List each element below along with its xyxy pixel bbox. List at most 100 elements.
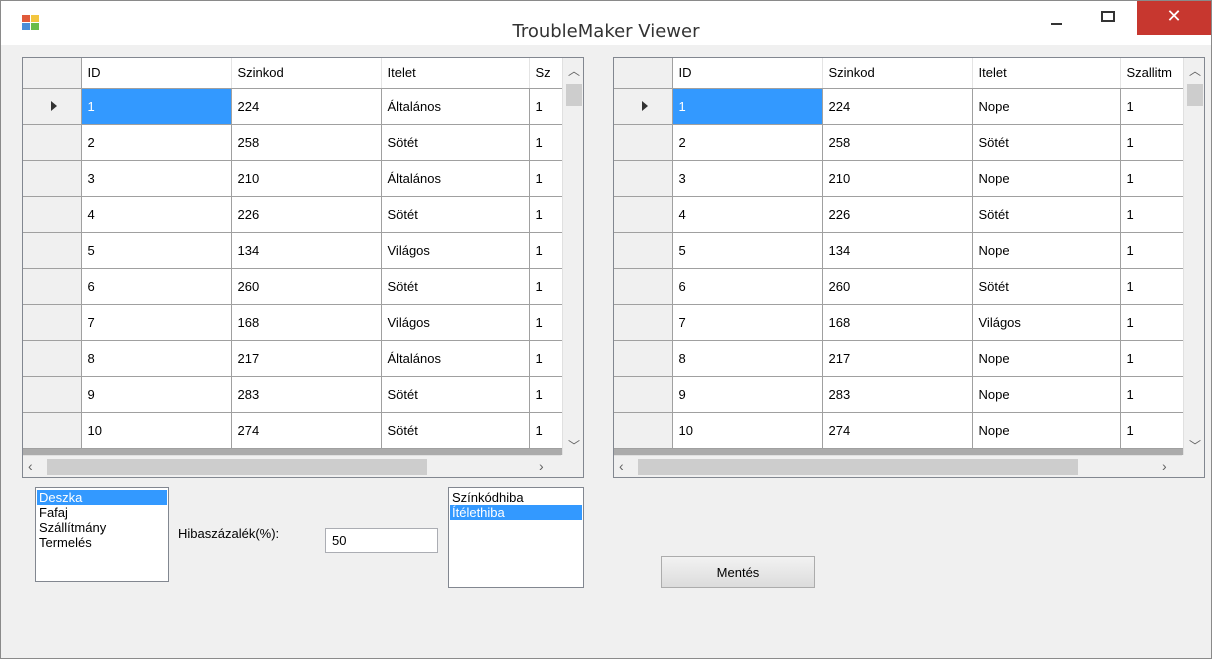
right-data-grid[interactable]: ID Szinkod Itelet Szallitm 1 224 Nope 1 2 258… xyxy=(613,57,1205,478)
table-cell[interactable]: 1 xyxy=(1120,160,1185,197)
column-header-id[interactable]: ID xyxy=(81,58,232,89)
table-cell[interactable]: 5 xyxy=(81,232,232,269)
save-button[interactable]: Mentés xyxy=(661,556,815,588)
table-cell[interactable]: 210 xyxy=(822,160,973,197)
table-cell[interactable]: 283 xyxy=(231,376,382,413)
table-cell[interactable]: 1 xyxy=(1120,412,1185,449)
chevron-down-icon[interactable]: ﹀ xyxy=(1184,437,1204,454)
table-cell[interactable]: 274 xyxy=(822,412,973,449)
table-row[interactable]: 5 134 Nope 1 xyxy=(614,232,1185,269)
table-cell[interactable]: 134 xyxy=(231,232,382,269)
table-cell[interactable]: Általános xyxy=(381,340,530,377)
table-cell[interactable]: 1 xyxy=(1120,268,1185,305)
chevron-left-icon[interactable]: ‹ xyxy=(28,458,33,474)
table-cell[interactable]: 1 xyxy=(672,88,823,125)
table-cell[interactable]: Sötét xyxy=(972,196,1121,233)
right-vertical-scrollbar[interactable]: ︿ ﹀ xyxy=(1183,58,1204,456)
table-cell[interactable]: Sötét xyxy=(381,412,530,449)
row-header[interactable] xyxy=(23,124,82,161)
table-row[interactable]: 6 260 Sötét 1 xyxy=(614,268,1185,305)
chevron-right-icon[interactable]: › xyxy=(539,458,544,474)
left-vertical-scroll-thumb[interactable] xyxy=(566,84,582,106)
table-cell[interactable]: 258 xyxy=(231,124,382,161)
right-grid-corner[interactable] xyxy=(614,58,673,89)
column-header-itelet[interactable]: Itelet xyxy=(381,58,530,89)
table-row[interactable]: 9 283 Sötét 1 xyxy=(23,376,564,413)
row-header[interactable] xyxy=(614,124,673,161)
left-vertical-scrollbar[interactable]: ︿ ﹀ xyxy=(562,58,583,456)
chevron-left-icon[interactable]: ‹ xyxy=(619,458,624,474)
left-horizontal-scrollbar[interactable]: ‹ › xyxy=(23,455,562,477)
row-header[interactable] xyxy=(614,304,673,341)
table-cell[interactable]: 283 xyxy=(822,376,973,413)
left-horizontal-scroll-thumb[interactable] xyxy=(47,459,427,475)
row-header[interactable] xyxy=(23,232,82,269)
table-cell[interactable]: Sötét xyxy=(381,268,530,305)
table-cell[interactable]: Nope xyxy=(972,232,1121,269)
title-bar[interactable]: TroubleMaker Viewer ✕ xyxy=(1,1,1211,45)
table-cell[interactable]: Általános xyxy=(381,160,530,197)
table-cell[interactable]: 1 xyxy=(1120,232,1185,269)
table-cell[interactable]: Sötét xyxy=(381,124,530,161)
table-cell[interactable]: 1 xyxy=(81,88,232,125)
error-type-listbox[interactable]: Színkódhiba Ítélethiba xyxy=(448,487,584,588)
table-cell[interactable]: 6 xyxy=(81,268,232,305)
table-cell[interactable]: 10 xyxy=(672,412,823,449)
column-header-szallitmany[interactable]: Sz xyxy=(529,58,564,89)
table-row[interactable]: 8 217 Nope 1 xyxy=(614,340,1185,377)
row-header[interactable] xyxy=(614,88,673,125)
left-data-grid[interactable]: ID Szinkod Itelet Sz 1 224 Általános 1 2 258 S… xyxy=(22,57,584,478)
table-cell[interactable]: 1 xyxy=(1120,124,1185,161)
close-button[interactable]: ✕ xyxy=(1137,1,1211,35)
table-cell[interactable]: 1 xyxy=(529,268,564,305)
category-listbox[interactable]: Deszka Fafaj Szállítmány Termelés xyxy=(35,487,169,582)
table-cell[interactable]: 8 xyxy=(672,340,823,377)
row-header[interactable] xyxy=(614,160,673,197)
table-cell[interactable]: Nope xyxy=(972,412,1121,449)
table-cell[interactable]: 1 xyxy=(529,412,564,449)
table-cell[interactable]: Nope xyxy=(972,340,1121,377)
chevron-up-icon[interactable]: ︿ xyxy=(563,62,583,79)
table-row[interactable]: 3 210 Általános 1 xyxy=(23,160,564,197)
table-cell[interactable]: Világos xyxy=(381,304,530,341)
listbox-item-szinkodhiba[interactable]: Színkódhiba xyxy=(450,490,582,505)
table-cell[interactable]: 1 xyxy=(529,196,564,233)
maximize-button[interactable] xyxy=(1085,1,1131,35)
table-row[interactable]: 7 168 Világos 1 xyxy=(23,304,564,341)
table-cell[interactable]: 258 xyxy=(822,124,973,161)
table-row[interactable]: 10 274 Sötét 1 xyxy=(23,412,564,449)
table-cell[interactable]: Nope xyxy=(972,376,1121,413)
table-cell[interactable]: 1 xyxy=(1120,196,1185,233)
row-header[interactable] xyxy=(23,268,82,305)
chevron-down-icon[interactable]: ﹀ xyxy=(563,437,583,454)
row-header[interactable] xyxy=(23,376,82,413)
table-cell[interactable]: 1 xyxy=(1120,340,1185,377)
table-cell[interactable]: 7 xyxy=(81,304,232,341)
table-cell[interactable]: 7 xyxy=(672,304,823,341)
column-header-szinkod[interactable]: Szinkod xyxy=(231,58,382,89)
minimize-button[interactable] xyxy=(1033,1,1079,35)
table-row[interactable]: 4 226 Sötét 1 xyxy=(23,196,564,233)
column-header-szallitmany[interactable]: Szallitm xyxy=(1120,58,1185,89)
table-cell[interactable]: 1 xyxy=(529,88,564,125)
table-cell[interactable]: Világos xyxy=(381,232,530,269)
row-header[interactable] xyxy=(614,268,673,305)
row-header[interactable] xyxy=(23,160,82,197)
table-cell[interactable]: 260 xyxy=(822,268,973,305)
row-header[interactable] xyxy=(23,88,82,125)
table-cell[interactable]: 3 xyxy=(672,160,823,197)
table-cell[interactable]: Sötét xyxy=(381,196,530,233)
column-header-id[interactable]: ID xyxy=(672,58,823,89)
listbox-item-szallitmany[interactable]: Szállítmány xyxy=(37,520,167,535)
chevron-right-icon[interactable]: › xyxy=(1162,458,1167,474)
table-cell[interactable]: 134 xyxy=(822,232,973,269)
table-cell[interactable]: 224 xyxy=(231,88,382,125)
row-header[interactable] xyxy=(614,340,673,377)
table-row[interactable]: 2 258 Sötét 1 xyxy=(614,124,1185,161)
table-cell[interactable]: 274 xyxy=(231,412,382,449)
table-cell[interactable]: 1 xyxy=(529,232,564,269)
listbox-item-fafaj[interactable]: Fafaj xyxy=(37,505,167,520)
row-header[interactable] xyxy=(23,304,82,341)
table-row[interactable]: 9 283 Nope 1 xyxy=(614,376,1185,413)
table-cell[interactable]: 4 xyxy=(672,196,823,233)
